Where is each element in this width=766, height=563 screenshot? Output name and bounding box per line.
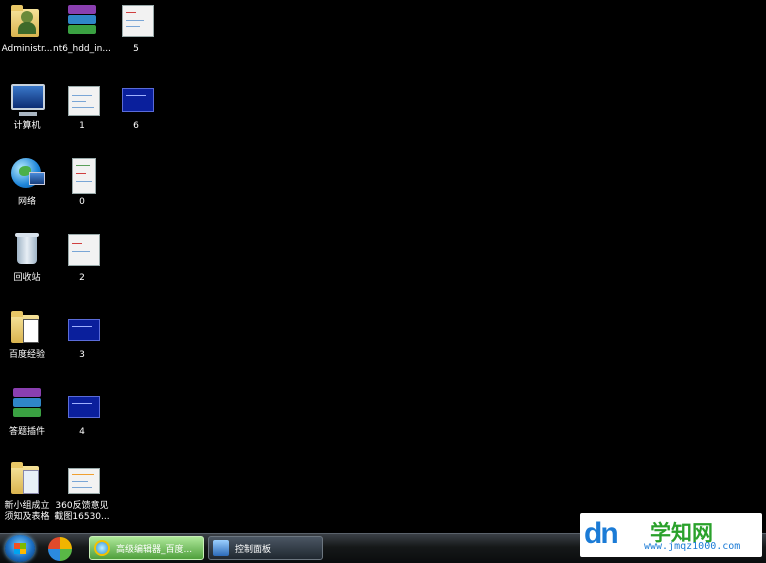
- desktop-icon-label: 0: [79, 197, 85, 207]
- desktop-icon-image-3[interactable]: 3: [52, 309, 112, 361]
- internet-explorer-icon: [94, 540, 110, 556]
- image-thumbnail-icon: [64, 232, 100, 268]
- desktop-icon-label: 答题插件: [8, 427, 45, 437]
- desktop-icon-360-feedback[interactable]: 360反馈意见截图16530...: [52, 460, 112, 523]
- desktop-icon-image-6[interactable]: 6: [106, 80, 166, 132]
- desktop-icon-label: Administr...: [1, 44, 53, 54]
- desktop-icon-nt6-hdd-installer[interactable]: nt6_hdd_in...: [52, 3, 112, 55]
- control-panel-icon: [213, 540, 229, 556]
- desktop-icon-image-0[interactable]: 0: [52, 156, 112, 208]
- folder-icon: [9, 460, 45, 496]
- desktop-icon-administrator[interactable]: Administr...: [0, 3, 57, 55]
- desktop-icon-label: 新小组成立须知及表格: [4, 501, 50, 522]
- desktop-icon-image-5[interactable]: 5: [106, 3, 166, 55]
- desktop-icon-new-group[interactable]: 新小组成立须知及表格: [0, 460, 57, 523]
- desktop-icon-label: 百度经验: [8, 350, 45, 360]
- 360-security-icon[interactable]: [48, 537, 72, 561]
- desktop-icon-label: 6: [133, 121, 139, 131]
- desktop-icon-network[interactable]: 网络: [0, 156, 57, 208]
- desktop-icon-datichajian[interactable]: 答题插件: [0, 386, 57, 438]
- folder-icon: [9, 309, 45, 345]
- desktop-icon-label: 2: [79, 273, 85, 283]
- network-globe-icon: [9, 156, 45, 192]
- image-thumbnail-icon: [64, 309, 100, 345]
- recycle-bin-icon: [9, 232, 45, 268]
- desktop-icon-label: 回收站: [13, 273, 41, 283]
- desktop-icon-label: 1: [79, 121, 85, 131]
- desktop-icon-recycle-bin[interactable]: 回收站: [0, 232, 57, 284]
- winrar-archive-icon: [64, 3, 100, 39]
- desktop-icon-image-1[interactable]: 1: [52, 80, 112, 132]
- desktop-icon-label: 5: [133, 44, 139, 54]
- desktop-icon-computer[interactable]: 计算机: [0, 80, 57, 132]
- desktop-icon-baidu-jingyan[interactable]: 百度经验: [0, 309, 57, 361]
- image-thumbnail-icon: [118, 80, 154, 116]
- watermark-url: www.jmqz1000.com: [644, 541, 741, 552]
- watermark-logo: dn: [584, 517, 619, 550]
- winrar-archive-icon: [9, 386, 45, 422]
- image-thumbnail-icon: [64, 80, 100, 116]
- watermark: dn 学知网 www.jmqz1000.com: [580, 513, 762, 557]
- image-thumbnail-icon: [64, 460, 100, 496]
- start-button[interactable]: [5, 535, 35, 562]
- desktop-icon-label: 计算机: [13, 121, 41, 131]
- user-folder-icon: [9, 3, 45, 39]
- image-thumbnail-icon: [118, 3, 154, 39]
- desktop-icon-label: nt6_hdd_in...: [53, 44, 111, 54]
- desktop-icon-label: 360反馈意见截图16530...: [54, 501, 110, 522]
- desktop-icon-label: 4: [79, 427, 85, 437]
- taskbar-item-label: 控制面板: [235, 544, 272, 555]
- computer-icon: [9, 80, 45, 116]
- taskbar-item-ie[interactable]: 高级编辑器_百度...: [89, 536, 204, 560]
- desktop-icon-image-2[interactable]: 2: [52, 232, 112, 284]
- taskbar-item-label: 高级编辑器_百度...: [116, 544, 193, 555]
- desktop-icon-label: 3: [79, 350, 85, 360]
- desktop-icon-label: 网络: [17, 197, 36, 207]
- image-thumbnail-icon: [64, 386, 100, 422]
- image-thumbnail-icon: [64, 156, 100, 194]
- taskbar-item-control-panel[interactable]: 控制面板: [208, 536, 323, 560]
- desktop-icon-image-4[interactable]: 4: [52, 386, 112, 438]
